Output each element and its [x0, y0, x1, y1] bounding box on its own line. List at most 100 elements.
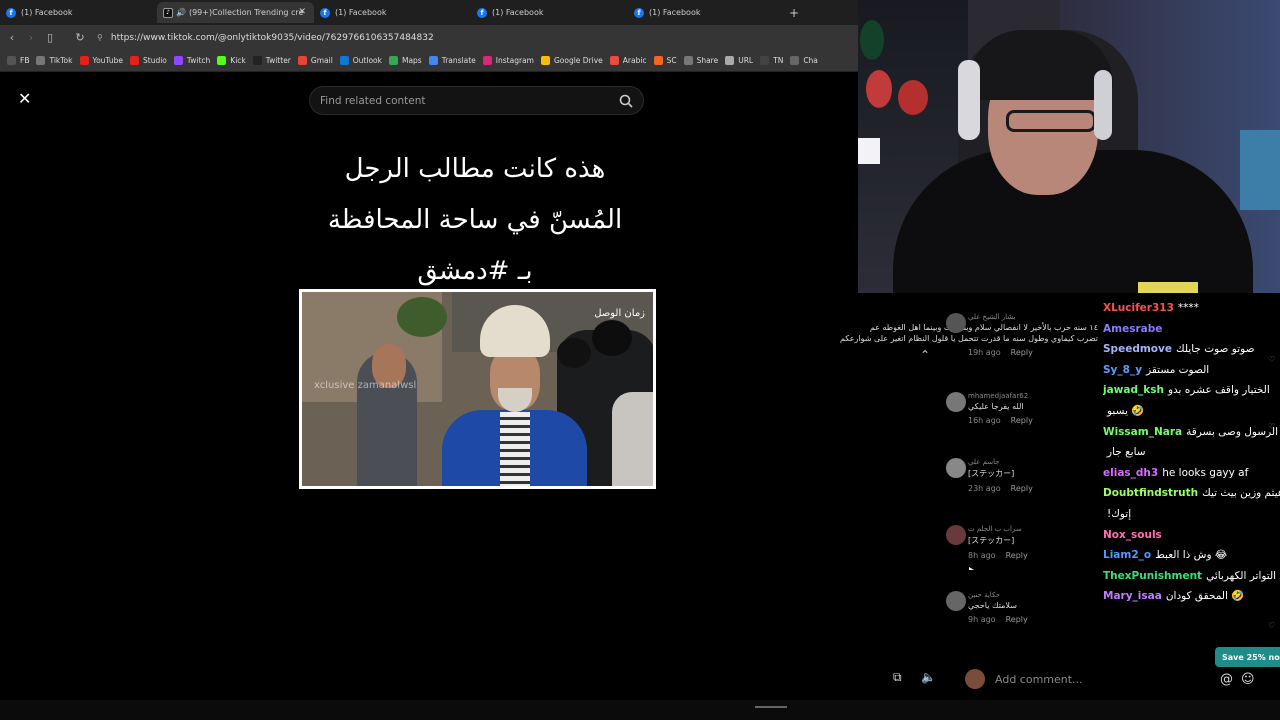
- bookmark-item[interactable]: URL: [725, 56, 753, 65]
- emoji-icon[interactable]: ☺: [1241, 672, 1255, 687]
- browser-tab-bar: f (1) Facebook ♪ 🔊 (99+)Collection Trending…: [0, 0, 858, 25]
- mention-icon[interactable]: @: [1220, 672, 1233, 687]
- chat-message: XLucifer313 ****: [1103, 298, 1280, 319]
- chat-text: سابع جار: [1107, 446, 1146, 459]
- bookmark-item[interactable]: Share: [683, 56, 719, 65]
- bookmark-icon: [482, 56, 492, 65]
- chat-text: الختيار واقف عشره بدو: [1167, 384, 1270, 397]
- chat-username[interactable]: Speedmove: [1103, 343, 1172, 355]
- bookmark-icon: [609, 56, 619, 65]
- facebook-icon: f: [6, 7, 16, 18]
- tab-facebook-2[interactable]: f (1) Facebook: [314, 2, 471, 23]
- search-input[interactable]: Find related content: [309, 86, 644, 115]
- bottom-bar: [0, 700, 1280, 720]
- tab-tiktok[interactable]: ♪ 🔊 (99+)Collection Trending cre ✕: [157, 2, 314, 23]
- bookmark-item[interactable]: TikTok: [36, 56, 73, 65]
- chat-username[interactable]: ThexPunishment: [1103, 570, 1202, 582]
- comment-text: سلامتك ياحجي: [968, 601, 1017, 610]
- bookmark-label: Twitch: [186, 56, 211, 65]
- bookmark-item[interactable]: Arabic: [609, 56, 647, 65]
- bookmark-item[interactable]: FB: [7, 56, 29, 65]
- comment-text: الله يفرجا عليكي: [968, 402, 1024, 411]
- chat-username[interactable]: Nox_souls: [1103, 529, 1162, 541]
- mouse-cursor: [969, 567, 974, 570]
- comment-meta: 16h ago Reply: [968, 416, 1033, 425]
- avatar[interactable]: [946, 591, 966, 611]
- like-icon[interactable]: ♡: [1268, 621, 1275, 630]
- chat-username[interactable]: Mary_isaa: [1103, 590, 1162, 602]
- bookmark-item[interactable]: Cha: [790, 56, 818, 65]
- chat-username[interactable]: Sy_8_y: [1103, 364, 1142, 376]
- comment-user[interactable]: جاسم علي: [968, 458, 1098, 466]
- bookmark-item[interactable]: Twitter: [252, 56, 291, 65]
- reply-button[interactable]: Reply: [1011, 416, 1033, 425]
- bookmark-item[interactable]: Twitch: [173, 56, 211, 65]
- caption-icon[interactable]: ⧉: [893, 670, 902, 685]
- bookmark-icon: [725, 56, 735, 65]
- avatar[interactable]: [946, 525, 966, 545]
- chat-username[interactable]: Doubtfindstruth: [1103, 487, 1198, 499]
- chevron-up-icon[interactable]: ⌃: [920, 348, 930, 362]
- chat-username[interactable]: XLucifer313: [1103, 302, 1174, 314]
- comment-meta: 9h ago Reply: [968, 615, 1028, 624]
- url-field[interactable]: ⚲ https://www.tiktok.com/@onlytiktok9035/…: [97, 33, 434, 43]
- bookmark-icon: [36, 56, 46, 65]
- comment-meta: 8h ago Reply: [968, 551, 1028, 560]
- bookmark-item[interactable]: Google Drive: [540, 56, 603, 65]
- watermark: xclusive zamanalwsl: [314, 380, 417, 391]
- comment-user[interactable]: سراب ب الحلم ت: [968, 525, 1098, 533]
- bookmark-label: Share: [696, 56, 719, 65]
- tab-facebook-3[interactable]: f (1) Facebook: [471, 2, 628, 23]
- chat-username[interactable]: elias_dh3: [1103, 467, 1158, 479]
- reload-button[interactable]: ↻: [73, 31, 87, 44]
- comment-user[interactable]: mhamedjaafar62: [968, 392, 1098, 400]
- bookmark-item[interactable]: TN: [760, 56, 783, 65]
- close-tab-icon[interactable]: ✕: [298, 7, 306, 17]
- search-icon[interactable]: [619, 94, 633, 108]
- bookmark-item[interactable]: Gmail: [297, 56, 333, 65]
- bookmark-item[interactable]: SC: [653, 56, 677, 65]
- new-tab-button[interactable]: +: [789, 6, 799, 20]
- bookmark-item[interactable]: Studio: [130, 56, 167, 65]
- reply-button[interactable]: Reply: [1006, 615, 1028, 624]
- search-placeholder: Find related content: [320, 94, 426, 107]
- bookmark-icon[interactable]: ▯: [43, 31, 57, 44]
- reply-button[interactable]: Reply: [1011, 348, 1033, 357]
- chat-username[interactable]: Amesrabe: [1103, 323, 1162, 335]
- reply-button[interactable]: Reply: [1011, 484, 1033, 493]
- chat-username[interactable]: Liam2_o: [1103, 549, 1151, 561]
- address-bar: ‹ › ▯ ↻ ⚲ https://www.tiktok.com/@onlytik…: [0, 25, 858, 50]
- comment-text: [ステッカー]: [968, 469, 1015, 478]
- chat-username[interactable]: Wissam_Nara: [1103, 426, 1182, 438]
- bookmark-icon: [130, 56, 139, 65]
- bookmark-icon: [339, 56, 349, 65]
- bookmark-item[interactable]: Maps: [388, 56, 422, 65]
- tab-facebook-4[interactable]: f (1) Facebook: [628, 2, 785, 23]
- site-info-icon[interactable]: ⚲: [97, 33, 103, 42]
- comment-user[interactable]: حكاية حنين: [968, 591, 1098, 599]
- bookmark-item[interactable]: YouTube: [79, 56, 123, 65]
- bookmark-item[interactable]: Outlook: [339, 56, 382, 65]
- stream-chat: XLucifer313 **** Amesrabe Speedmove صوتو صوت…: [1103, 298, 1280, 602]
- bookmark-item[interactable]: Instagram: [482, 56, 534, 65]
- bookmark-item[interactable]: Kick: [217, 56, 246, 65]
- facebook-icon: f: [477, 7, 487, 18]
- avatar[interactable]: [946, 458, 966, 478]
- forward-button[interactable]: ›: [24, 31, 38, 44]
- bookmark-icon: [760, 56, 770, 65]
- close-icon[interactable]: ✕: [18, 89, 31, 108]
- back-button[interactable]: ‹: [5, 31, 19, 44]
- avatar[interactable]: [946, 313, 966, 333]
- bookmark-label: SC: [666, 56, 677, 65]
- bookmark-icon: [79, 56, 89, 65]
- comment-user[interactable]: بشار الشيخ علي: [968, 313, 1098, 321]
- chat-text: التواتر الكهربائي: [1206, 569, 1277, 582]
- caption-line: هذه كانت مطالب الرجل: [344, 154, 606, 184]
- avatar[interactable]: [946, 392, 966, 412]
- add-comment-input[interactable]: Add comment...: [995, 673, 1083, 686]
- volume-icon[interactable]: 🔈: [921, 670, 936, 684]
- chat-username[interactable]: jawad_ksh: [1103, 384, 1164, 396]
- reply-button[interactable]: Reply: [1006, 551, 1028, 560]
- bookmark-item[interactable]: Translate: [428, 56, 476, 65]
- tab-facebook-1[interactable]: f (1) Facebook: [0, 2, 157, 23]
